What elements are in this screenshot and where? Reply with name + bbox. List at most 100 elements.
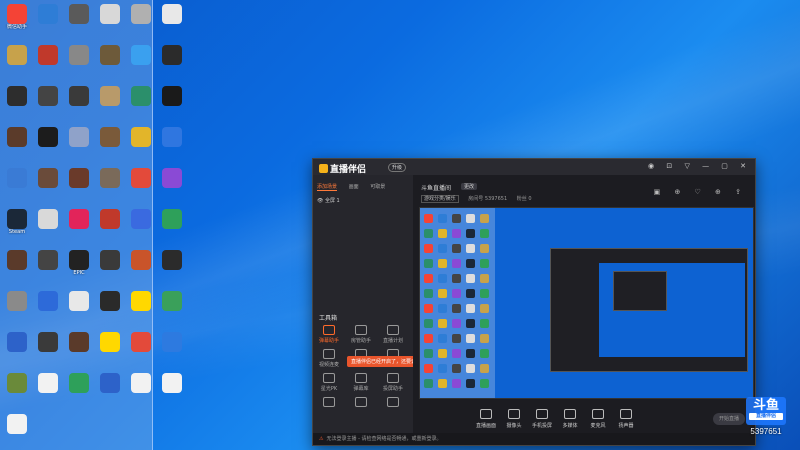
desktop-icon[interactable] xyxy=(157,43,187,79)
live-streaming-app-window[interactable]: 直播伴侣 升级 ◉ ⊡ ▽ — ▢ ✕ 添加场景 画面 可取景 👁 全屏 1 工… xyxy=(312,158,756,446)
desktop-icon[interactable] xyxy=(33,330,63,366)
desktop-icon[interactable] xyxy=(95,84,125,120)
desktop-icon[interactable] xyxy=(64,2,94,38)
desktop-icon[interactable] xyxy=(126,330,156,366)
desktop-icon[interactable] xyxy=(2,43,32,79)
desktop-icon[interactable] xyxy=(64,84,94,120)
tab-capture[interactable]: 可取景 xyxy=(370,184,385,190)
app-icon xyxy=(38,4,58,24)
desktop-icon[interactable] xyxy=(2,289,32,325)
preview-desktop-icon xyxy=(424,334,433,343)
desktop-icon[interactable]: 微信助手 xyxy=(2,2,32,38)
upgrade-button[interactable]: 升级 xyxy=(388,163,407,172)
toolbox-item[interactable]: 视频连麦 xyxy=(315,349,343,369)
toolbox-item[interactable]: 房管助手 xyxy=(347,325,375,345)
desktop-icon[interactable] xyxy=(95,330,125,366)
desktop-icon[interactable] xyxy=(126,248,156,284)
desktop-icon[interactable] xyxy=(95,166,125,202)
desktop-icon[interactable] xyxy=(33,166,63,202)
desktop-icon[interactable] xyxy=(33,289,63,325)
bottom-tool-button[interactable]: 扬声器 xyxy=(613,409,639,429)
desktop-icon-label: EPIC xyxy=(73,270,85,276)
desktop-icon[interactable] xyxy=(157,2,187,38)
desktop-icon[interactable] xyxy=(64,125,94,161)
desktop-icon[interactable] xyxy=(126,125,156,161)
desktop-icon[interactable] xyxy=(64,166,94,202)
start-live-button[interactable]: 开始直播 xyxy=(713,413,745,425)
desktop-icon[interactable] xyxy=(33,2,63,38)
desktop-icon[interactable] xyxy=(2,330,32,366)
tab-add-scene[interactable]: 添加场景 xyxy=(317,184,338,191)
desktop-icon[interactable] xyxy=(95,371,125,407)
app-icon xyxy=(131,45,151,65)
tab-screen[interactable]: 画面 xyxy=(349,184,359,190)
desktop-icon[interactable] xyxy=(64,289,94,325)
desktop-icon[interactable] xyxy=(33,371,63,407)
desktop-icon[interactable] xyxy=(33,43,63,79)
app-icon xyxy=(7,45,27,65)
desktop-icon[interactable] xyxy=(95,43,125,79)
desktop-icon[interactable] xyxy=(157,248,187,284)
desktop-icon[interactable] xyxy=(95,289,125,325)
desktop-icon[interactable] xyxy=(2,125,32,161)
toolbox-item[interactable]: 星光PK xyxy=(315,373,343,393)
bottom-tool-icon xyxy=(508,409,520,419)
toolbox-item[interactable] xyxy=(379,397,407,417)
desktop-icon[interactable] xyxy=(64,330,94,366)
desktop-icon[interactable] xyxy=(157,125,187,161)
desktop-icon[interactable] xyxy=(95,125,125,161)
toolbox-item[interactable]: 弹幕库 xyxy=(347,373,375,393)
desktop-icon[interactable] xyxy=(157,84,187,120)
desktop-icon[interactable] xyxy=(95,207,125,243)
top-action-icons[interactable]: ▣ ⊕ ♡ ⊕ ⇪ xyxy=(654,188,747,196)
desktop-icon[interactable] xyxy=(33,248,63,284)
desktop-icon[interactable] xyxy=(2,166,32,202)
desktop-icon[interactable] xyxy=(126,166,156,202)
app-icon xyxy=(7,250,27,270)
desktop-icon[interactable] xyxy=(33,84,63,120)
desktop-icon[interactable] xyxy=(64,371,94,407)
desktop-icon[interactable] xyxy=(2,248,32,284)
room-category[interactable]: 游戏分类/娱乐 xyxy=(421,195,459,203)
desktop-icon[interactable] xyxy=(157,330,187,366)
desktop-icon-label: Steam xyxy=(8,229,26,235)
desktop-icon[interactable] xyxy=(126,84,156,120)
desktop-icon[interactable] xyxy=(157,371,187,407)
desktop-icon[interactable] xyxy=(157,166,187,202)
window-controls[interactable]: ◉ ⊡ ▽ — ▢ ✕ xyxy=(648,162,751,170)
desktop-icon[interactable] xyxy=(126,371,156,407)
app-titlebar[interactable]: 直播伴侣 升级 ◉ ⊡ ▽ — ▢ ✕ xyxy=(313,159,755,175)
desktop-icon[interactable] xyxy=(2,412,32,448)
bottom-tool-button[interactable]: 直播画面 xyxy=(473,409,499,429)
scene-item[interactable]: 👁 全屏 1 xyxy=(317,197,340,204)
desktop-icon[interactable]: Steam xyxy=(2,207,32,243)
toolbox-item[interactable]: 直播计划 xyxy=(379,325,407,345)
desktop-icon[interactable] xyxy=(2,84,32,120)
bottom-tool-button[interactable]: 手机投屏 xyxy=(529,409,555,429)
bottom-tool-button[interactable]: 麦克风 xyxy=(585,409,611,429)
desktop-icon[interactable] xyxy=(157,207,187,243)
desktop-icon[interactable] xyxy=(126,43,156,79)
app-icon xyxy=(69,291,89,311)
bottom-tool-label: 摄像头 xyxy=(506,423,522,429)
desktop-icon[interactable] xyxy=(64,43,94,79)
desktop-icon[interactable] xyxy=(126,2,156,38)
bottom-tool-button[interactable]: 多媒体 xyxy=(557,409,583,429)
toolbox-item[interactable] xyxy=(315,397,343,417)
bottom-tool-button[interactable]: 摄像头 xyxy=(501,409,527,429)
desktop-icon[interactable]: EPIC xyxy=(64,248,94,284)
toolbox-item[interactable] xyxy=(347,397,375,417)
desktop-icon[interactable] xyxy=(33,125,63,161)
desktop-icon[interactable] xyxy=(126,207,156,243)
desktop-icon[interactable] xyxy=(95,2,125,38)
desktop-icon[interactable] xyxy=(95,248,125,284)
toolbox-item[interactable]: 投屏助手 xyxy=(379,373,407,393)
desktop-icon[interactable] xyxy=(33,207,63,243)
toolbox-item[interactable]: 弹幕助手 xyxy=(315,325,343,345)
desktop-icon[interactable] xyxy=(126,289,156,325)
desktop-icon[interactable] xyxy=(64,207,94,243)
eye-icon[interactable]: 👁 xyxy=(317,198,323,204)
desktop-icon[interactable] xyxy=(157,289,187,325)
desktop-icon[interactable] xyxy=(2,371,32,407)
room-edit-tag[interactable]: 更改 xyxy=(461,183,478,190)
